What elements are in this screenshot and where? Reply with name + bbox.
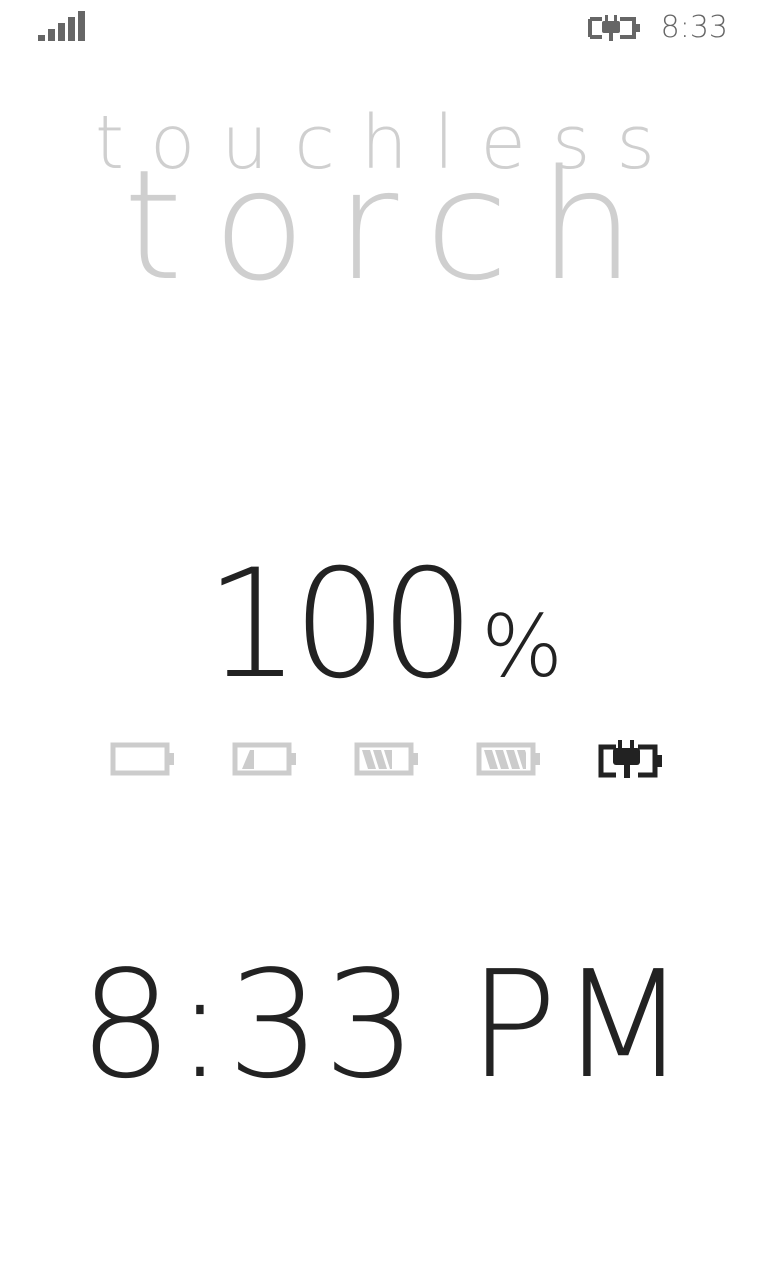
battery-percent-sign: % [481, 597, 564, 697]
battery-percent: 100% [0, 550, 768, 700]
battery-medium-icon [354, 742, 418, 776]
battery-empty-icon [110, 742, 174, 776]
signal-strength-icon [38, 11, 85, 41]
battery-level-row [108, 738, 668, 782]
app-logo-line2: torch [123, 137, 665, 314]
battery-charging-icon [598, 740, 662, 778]
battery-low-icon [232, 742, 296, 776]
battery-high-icon [476, 742, 540, 776]
battery-percent-value: 100 [204, 538, 475, 712]
clock-display: 8:33 PM [78, 939, 690, 1111]
battery-charging-icon [588, 15, 640, 41]
status-time: 8:33 [660, 10, 728, 45]
